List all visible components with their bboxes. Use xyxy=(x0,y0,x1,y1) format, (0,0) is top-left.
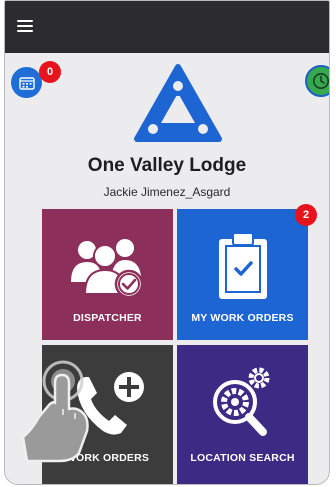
organization-logo xyxy=(134,64,222,142)
dispatcher-tile[interactable]: DISPATCHER xyxy=(42,209,173,340)
calendar-button[interactable] xyxy=(11,67,42,98)
my-work-orders-label: MY WORK ORDERS xyxy=(191,312,294,324)
location-search-tile[interactable]: LOCATION SEARCH xyxy=(177,345,308,484)
app-screen: 0 One Valley Lodge Jackie Jimenez_Asgard xyxy=(4,0,330,485)
group-check-icon xyxy=(42,227,173,307)
calendar-icon xyxy=(18,76,35,90)
clipboard-check-icon xyxy=(177,227,308,307)
user-name: Jackie Jimenez_Asgard xyxy=(103,185,231,199)
hamburger-icon[interactable] xyxy=(17,20,33,32)
organization-name: One Valley Lodge xyxy=(87,155,247,176)
location-search-label: LOCATION SEARCH xyxy=(190,452,295,464)
clock-button[interactable] xyxy=(305,65,329,97)
top-app-bar xyxy=(5,1,329,53)
my-work-orders-badge: 2 xyxy=(295,204,317,226)
phone-add-icon xyxy=(42,363,173,443)
work-orders-label: WORK ORDERS xyxy=(65,452,150,464)
gear-search-icon xyxy=(177,363,308,443)
clock-icon xyxy=(313,73,329,89)
dispatcher-label: DISPATCHER xyxy=(73,312,142,324)
calendar-badge: 0 xyxy=(39,61,61,83)
my-work-orders-tile[interactable]: MY WORK ORDERS xyxy=(177,209,308,340)
work-orders-tile[interactable]: WORK ORDERS xyxy=(42,345,173,484)
